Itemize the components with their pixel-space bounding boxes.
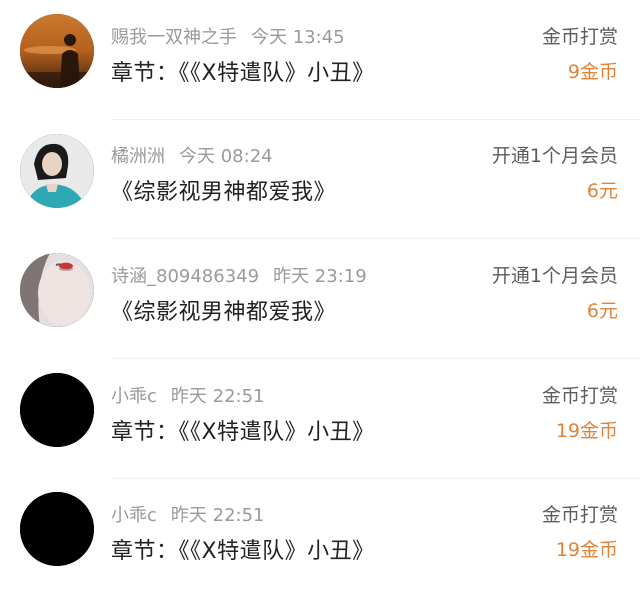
timestamp: 今天 08:24 xyxy=(179,146,273,167)
username[interactable]: 小乖c xyxy=(111,386,157,407)
meta-line: 小乖c 昨天 22:51 xyxy=(111,501,265,527)
book-title[interactable]: 章节：《《X特遣队》小丑》 xyxy=(111,55,375,87)
reward-type: 金币打赏 xyxy=(541,26,618,48)
username[interactable]: 橘洲洲 xyxy=(111,146,165,167)
username[interactable]: 小乖c xyxy=(111,505,157,526)
timestamp: 今天 13:45 xyxy=(251,27,345,48)
username[interactable]: 赐我一双神之手 xyxy=(111,27,237,48)
sunset-silhouette-avatar-icon[interactable] xyxy=(20,14,94,88)
list-item[interactable]: 赐我一双神之手 今天 13:45 章节：《《X特遣队》小丑》 金币打赏 9金币 xyxy=(0,0,640,120)
list-item[interactable]: 小乖c 昨天 22:51 章节：《《X特遣队》小丑》 金币打赏 19金币 xyxy=(0,478,640,598)
book-title[interactable]: 章节：《《X特遣队》小丑》 xyxy=(111,533,375,565)
reward-amount: 9金币 xyxy=(567,61,618,83)
black-avatar-icon[interactable] xyxy=(20,492,94,566)
book-title[interactable]: 《综影视男神都爱我》 xyxy=(111,294,336,326)
meta-line: 赐我一双神之手 今天 13:45 xyxy=(111,23,345,49)
reward-type: 开通1个月会员 xyxy=(491,145,618,167)
list-item[interactable]: 橘洲洲 今天 08:24 《综影视男神都爱我》 开通1个月会员 6元 xyxy=(0,119,640,239)
meta-line: 橘洲洲 今天 08:24 xyxy=(111,142,273,168)
list-item[interactable]: 小乖c 昨天 22:51 章节：《《X特遣队》小丑》 金币打赏 19金币 xyxy=(0,359,640,479)
girl-portrait-avatar-icon[interactable] xyxy=(20,134,94,208)
list-item[interactable]: 诗涵_809486349 昨天 23:19 《综影视男神都爱我》 开通1个月会员 … xyxy=(0,239,640,359)
meta-line: 诗涵_809486349 昨天 23:19 xyxy=(111,262,367,288)
username[interactable]: 诗涵_809486349 xyxy=(111,266,259,287)
book-title[interactable]: 章节：《《X特遣队》小丑》 xyxy=(111,414,375,446)
reward-type: 开通1个月会员 xyxy=(491,265,618,287)
reward-record-list: 赐我一双神之手 今天 13:45 章节：《《X特遣队》小丑》 金币打赏 9金币 橘… xyxy=(0,0,640,582)
timestamp: 昨天 22:51 xyxy=(170,505,265,526)
reward-amount: 6元 xyxy=(586,300,618,322)
meta-line: 小乖c 昨天 22:51 xyxy=(111,382,265,408)
book-title[interactable]: 《综影视男神都爱我》 xyxy=(111,174,336,206)
timestamp: 昨天 23:19 xyxy=(273,266,367,287)
face-portrait-avatar-icon[interactable] xyxy=(20,253,94,327)
reward-amount: 19金币 xyxy=(555,539,618,561)
reward-amount: 19金币 xyxy=(555,420,618,442)
reward-type: 金币打赏 xyxy=(541,504,618,526)
timestamp: 昨天 22:51 xyxy=(170,386,265,407)
reward-type: 金币打赏 xyxy=(541,385,618,407)
reward-amount: 6元 xyxy=(586,180,618,202)
black-avatar-icon[interactable] xyxy=(20,373,94,447)
